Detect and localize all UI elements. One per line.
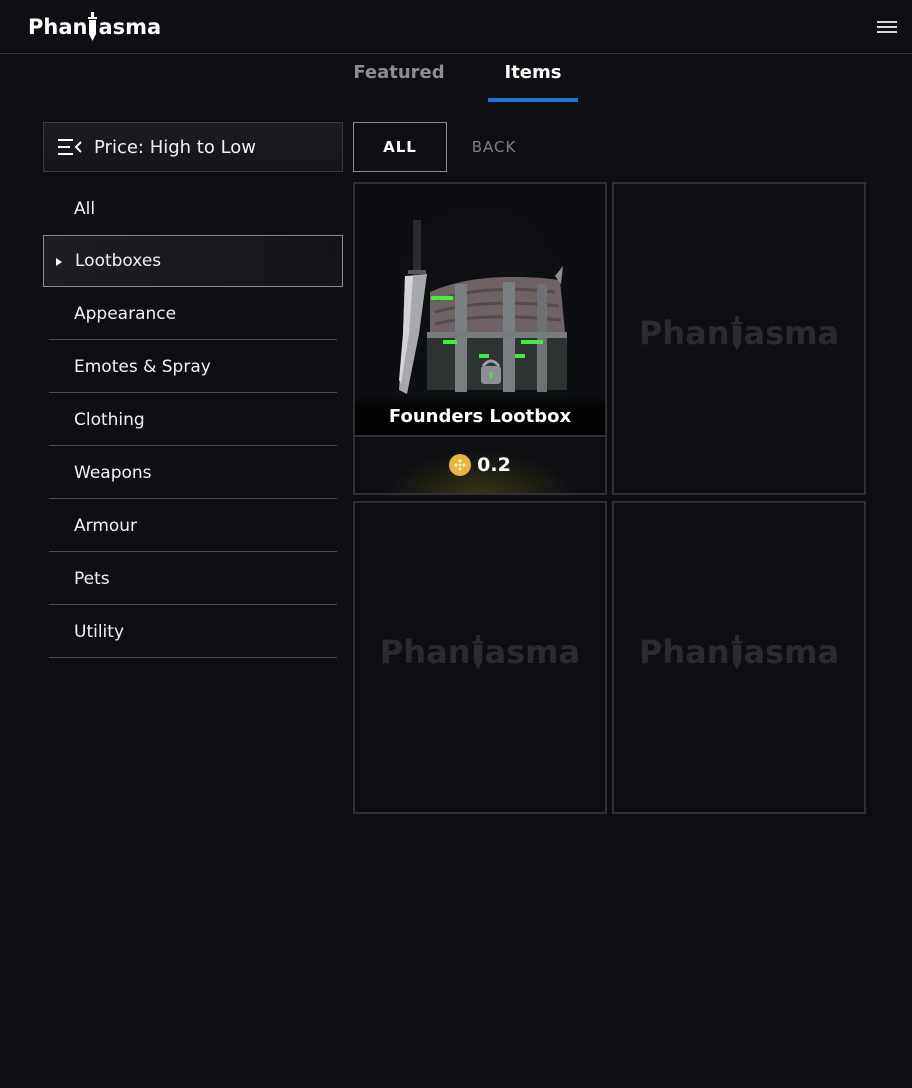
- back-label: BACK: [471, 138, 517, 156]
- placeholder-watermark: Phan asma: [614, 314, 864, 352]
- watermark-text-right: asma: [743, 633, 840, 671]
- item-name: Founders Lootbox: [388, 406, 572, 427]
- category-clothing[interactable]: Clothing: [43, 393, 343, 446]
- sort-menu-icon: [58, 139, 82, 155]
- price-value: 0.2: [477, 454, 511, 476]
- category-label: Lootboxes: [75, 251, 162, 271]
- category-lootboxes[interactable]: Lootboxes: [43, 235, 343, 287]
- item-price: 0.2: [355, 437, 605, 493]
- watermark-text-right: asma: [484, 633, 581, 671]
- tab-featured-label: Featured: [353, 62, 445, 83]
- category-label: Weapons: [74, 462, 152, 483]
- category-label: Pets: [74, 568, 110, 589]
- category-armour[interactable]: Armour: [43, 499, 343, 552]
- dagger-icon: [731, 316, 742, 351]
- tab-items-label: Items: [504, 62, 562, 83]
- watermark-text-left: Phan: [638, 314, 730, 352]
- item-card-placeholder: Phan asma: [612, 182, 866, 495]
- category-all[interactable]: All: [43, 182, 343, 235]
- placeholder-watermark: Phan asma: [355, 633, 605, 671]
- caret-right-icon: [56, 258, 62, 266]
- category-emotes-spray[interactable]: Emotes & Spray: [43, 340, 343, 393]
- category-pets[interactable]: Pets: [43, 552, 343, 605]
- logo[interactable]: Phan asma: [28, 12, 161, 42]
- watermark-text-left: Phan: [379, 633, 471, 671]
- category-label: Clothing: [74, 409, 145, 430]
- category-label: Emotes & Spray: [74, 356, 211, 377]
- bnb-coin-icon: [449, 454, 472, 476]
- top-bar: Phan asma: [0, 0, 912, 54]
- logo-text-right: asma: [98, 15, 162, 39]
- all-filter-label: ALL: [383, 138, 417, 156]
- category-appearance[interactable]: Appearance: [43, 287, 343, 340]
- sort-dropdown[interactable]: Price: High to Low: [43, 122, 343, 172]
- dagger-icon: [88, 12, 98, 41]
- watermark-text-right: asma: [743, 314, 840, 352]
- hamburger-menu-icon[interactable]: [877, 18, 897, 36]
- back-button[interactable]: BACK: [455, 122, 533, 172]
- item-card-founders-lootbox[interactable]: Founders Lootbox 0.2: [353, 182, 607, 495]
- tab-featured[interactable]: Featured: [350, 62, 448, 102]
- category-label: Appearance: [74, 303, 177, 324]
- dagger-icon: [731, 635, 742, 670]
- divider: [49, 657, 337, 658]
- category-label: All: [74, 198, 96, 219]
- tab-items[interactable]: Items: [488, 62, 578, 102]
- category-weapons[interactable]: Weapons: [43, 446, 343, 499]
- logo-text-left: Phan: [28, 15, 88, 39]
- dagger-icon: [472, 635, 483, 670]
- category-label: Armour: [74, 515, 138, 536]
- watermark-text-left: Phan: [638, 633, 730, 671]
- placeholder-watermark: Phan asma: [614, 633, 864, 671]
- sort-label: Price: High to Low: [94, 136, 257, 158]
- item-card-placeholder: Phan asma: [353, 501, 607, 814]
- category-utility[interactable]: Utility: [43, 605, 343, 658]
- category-label: Utility: [74, 621, 125, 642]
- all-filter-button[interactable]: ALL: [353, 122, 447, 172]
- category-list: All Lootboxes Appearance Emotes & Spray …: [43, 182, 343, 658]
- item-card-placeholder: Phan asma: [612, 501, 866, 814]
